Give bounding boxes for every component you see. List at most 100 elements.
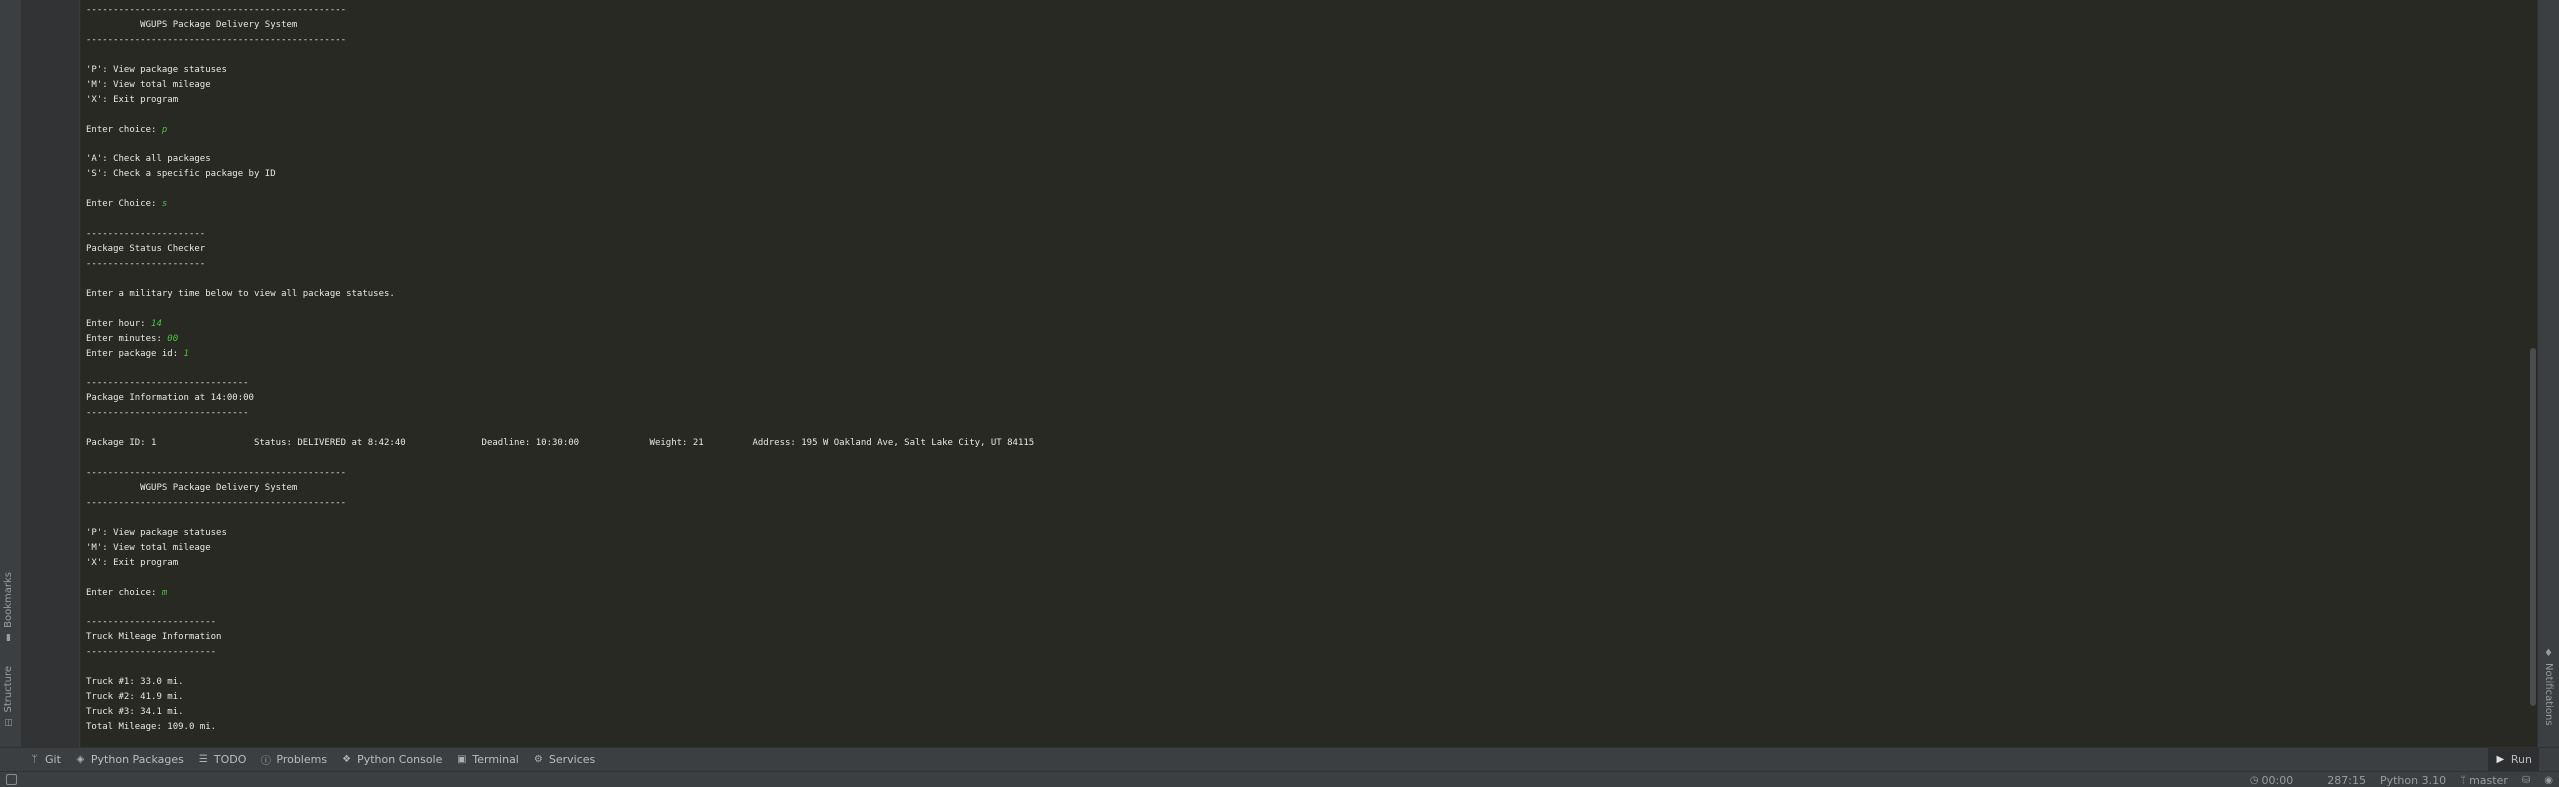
console-scrollbar[interactable] — [2529, 0, 2537, 747]
structure-tab[interactable]: ◫ Structure — [3, 666, 14, 728]
console-line: 'P': View package statuses — [86, 526, 1034, 541]
console-line: ------------------------------ — [86, 406, 1034, 421]
structure-tab-label: Structure — [3, 666, 14, 713]
console-line-text: ---------------------- — [86, 229, 206, 240]
console-line: Enter package id: 1 — [86, 347, 1034, 362]
console-line-text: Enter a military time below to view all … — [86, 288, 395, 299]
console-line-text: 'X': Exit program — [86, 557, 179, 568]
run-console[interactable]: ----------------------------------------… — [81, 0, 2529, 747]
console-line: Enter hour: 14 — [86, 317, 1034, 332]
tool-window-label: Git — [45, 753, 61, 766]
console-line-text: WGUPS Package Delivery System — [86, 19, 298, 30]
status-bar: ◷ 00:00 287:15 Python 3.10 ᛘ master ⛁ ◉ — [0, 771, 2559, 787]
tool-window-run[interactable]: ▶ Run — [2487, 748, 2539, 771]
console-line-text: ------------------------ — [86, 647, 217, 658]
tool-window-label: Python Console — [357, 753, 443, 766]
branch-value: master — [2469, 773, 2508, 787]
tool-window-label: TODO — [213, 753, 247, 766]
console-line: ----------------------------------------… — [86, 3, 1034, 18]
console-gutter — [22, 0, 80, 747]
lock-icon[interactable]: ⛁ — [2522, 775, 2530, 786]
play-icon: ▶ — [2496, 754, 2505, 765]
console-line-text: Enter Choice: — [86, 199, 162, 210]
console-line-text: Enter minutes: — [86, 333, 168, 344]
right-tool-strip: ♦ Notifications — [2537, 0, 2559, 747]
console-line: ----------------------------------------… — [86, 496, 1034, 511]
timer-widget[interactable]: ◷ 00:00 — [2250, 774, 2293, 787]
tool-window-python-packages[interactable]: ◈ Python Packages — [68, 748, 191, 772]
console-line-text: Enter package id: — [86, 348, 184, 359]
console-line-text: ----------------------------------------… — [86, 468, 347, 479]
console-line: ------------------------ — [86, 645, 1034, 660]
info-icon: ⓘ — [260, 756, 271, 767]
bookmark-icon: ▮ — [6, 632, 11, 643]
notifications-tab[interactable]: ♦ Notifications — [2543, 648, 2554, 726]
console-line: ------------------------ — [86, 615, 1034, 630]
console-line: Truck #3: 34.1 mi. — [86, 705, 1034, 720]
console-line-text: Package Status Checker — [86, 244, 206, 254]
inspection-icon[interactable]: ◉ — [2544, 775, 2553, 786]
console-output: ----------------------------------------… — [86, 3, 1034, 735]
interpreter-widget[interactable]: Python 3.10 — [2380, 774, 2446, 787]
console-line-text: 'P': View package statuses — [86, 64, 227, 75]
console-line: Package Information at 14:00:00 — [86, 391, 1034, 406]
console-line: ----------------------------------------… — [86, 466, 1034, 481]
console-line: Truck Mileage Information — [86, 630, 1034, 645]
services-icon: ⚙ — [533, 754, 543, 765]
left-tool-strip: ▮ Bookmarks ◫ Structure — [0, 0, 22, 747]
tool-window-git[interactable]: ᛘ Git — [22, 748, 68, 772]
tool-window-python-console[interactable]: ❖ Python Console — [334, 748, 449, 772]
layers-icon: ◈ — [76, 754, 85, 765]
console-line-text: 'A': Check all packages — [86, 154, 211, 165]
python-icon: ❖ — [342, 754, 352, 765]
tool-window-problems[interactable]: ⓘ Problems — [253, 748, 334, 772]
bookmarks-tab[interactable]: ▮ Bookmarks — [3, 572, 14, 643]
console-line: ---------------------- — [86, 227, 1034, 242]
console-user-input: 1 — [183, 348, 189, 359]
tool-window-label: Terminal — [472, 753, 519, 766]
console-line-text: Truck #2: 41.9 mi. — [86, 692, 184, 703]
console-line-text: Package Information at 14:00:00 — [86, 393, 254, 404]
tool-window-services[interactable]: ⚙ Services — [526, 748, 602, 772]
layout-toggle-icon[interactable] — [6, 774, 17, 785]
console-line: 'X': Exit program — [86, 93, 1034, 108]
console-line-text: 'P': View package statuses — [86, 527, 227, 538]
tool-window-label: Run — [2510, 753, 2532, 766]
git-branch-icon: ᛘ — [31, 754, 38, 765]
console-line: 'S': Check a specific package by ID — [86, 167, 1034, 182]
console-line-text: 'M': View total mileage — [86, 79, 211, 90]
tool-window-label: Problems — [276, 753, 328, 766]
bell-icon: ♦ — [2544, 648, 2553, 659]
console-line-text: ------------------------------ — [86, 378, 249, 389]
scrollbar-thumb[interactable] — [2530, 348, 2536, 706]
caret-position[interactable]: 287:15 — [2327, 774, 2366, 787]
console-line: ---------------------- — [86, 257, 1034, 272]
git-branch-icon: ᛘ — [2460, 774, 2467, 786]
tool-window-todo[interactable]: ☰ TODO — [191, 748, 254, 772]
console-user-input: m — [161, 587, 168, 598]
tool-window-terminal[interactable]: ▣ Terminal — [449, 748, 526, 772]
bookmarks-tab-label: Bookmarks — [3, 572, 14, 628]
list-icon: ☰ — [198, 754, 208, 765]
console-line: Enter Choice: s — [86, 197, 1034, 212]
console-line-text: ------------------------------ — [86, 408, 249, 419]
console-line: Package Status Checker — [86, 242, 1034, 257]
console-user-input: 00 — [167, 333, 179, 344]
console-user-input: 14 — [151, 318, 162, 329]
timer-value: 00:00 — [2261, 773, 2294, 787]
console-line-text: WGUPS Package Delivery System — [86, 483, 298, 493]
console-user-input: p — [161, 124, 168, 135]
console-line-text: Enter choice: — [86, 587, 162, 598]
vcs-branch-widget[interactable]: ᛘ master — [2460, 774, 2508, 787]
console-line-text: 'X': Exit program — [86, 94, 179, 105]
console-line-text: Enter choice: — [86, 124, 162, 135]
console-line: Truck #2: 41.9 mi. — [86, 690, 1034, 705]
console-line-text: ---------------------- — [86, 258, 206, 269]
